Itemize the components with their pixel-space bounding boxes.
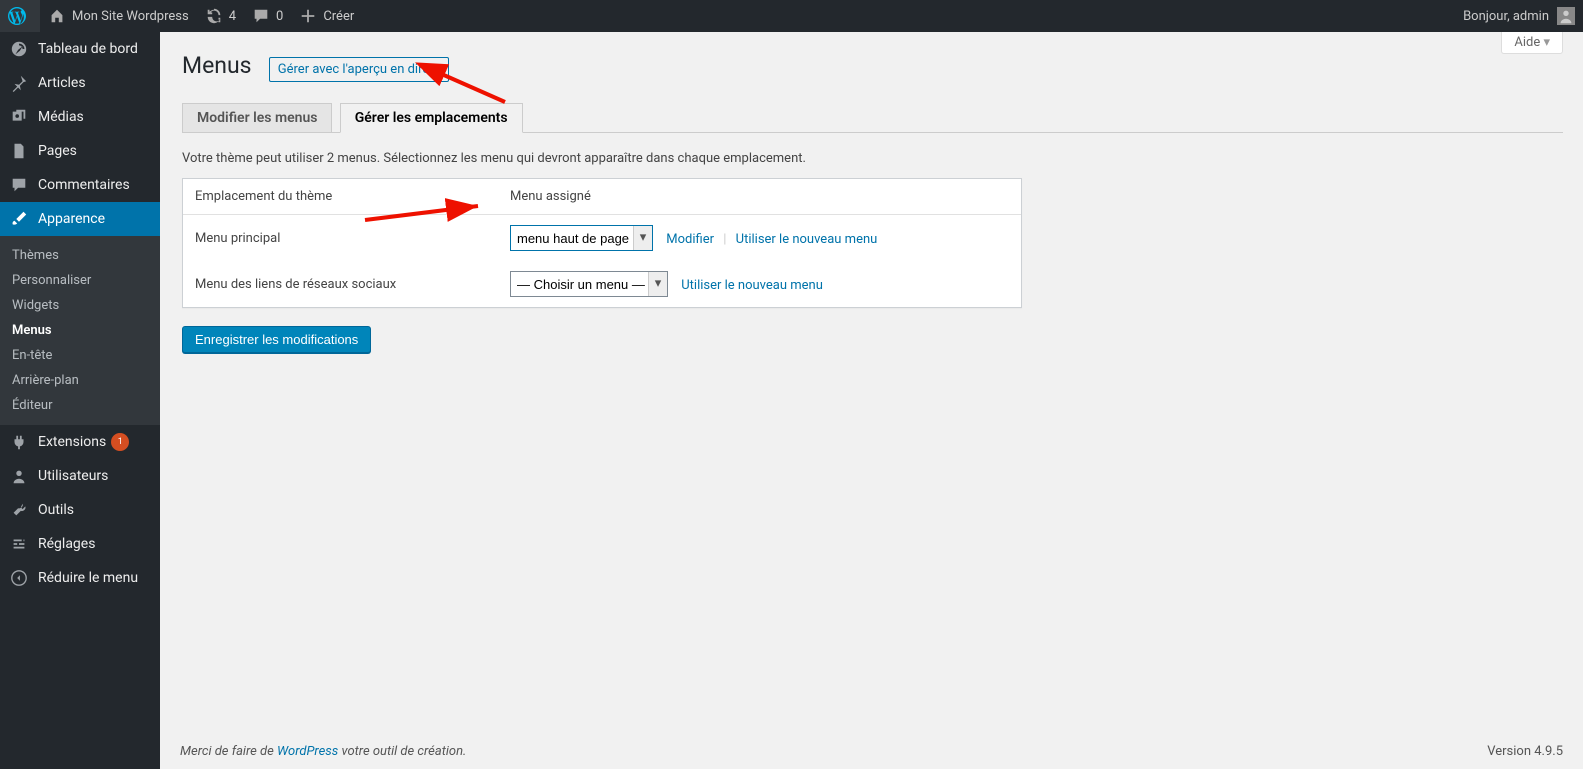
brush-icon xyxy=(10,210,30,228)
sidebar-item-tools[interactable]: Outils xyxy=(0,493,160,527)
sidebar-item-settings[interactable]: Réglages xyxy=(0,527,160,561)
sidebar-item-pages[interactable]: Pages xyxy=(0,134,160,168)
dashboard-icon xyxy=(10,40,30,58)
help-label: Aide xyxy=(1514,35,1540,50)
users-icon xyxy=(10,467,30,485)
new-content-label: Créer xyxy=(323,9,354,24)
sidebar-item-posts[interactable]: Articles xyxy=(0,66,160,100)
settings-icon xyxy=(10,535,30,553)
wordpress-link[interactable]: WordPress xyxy=(277,744,338,759)
sidebar-label: Tableau de bord xyxy=(38,41,138,57)
menu-select-social-wrap: — Choisir un menu — xyxy=(510,271,668,297)
admin-toolbar: Mon Site Wordpress 4 0 Créer Bonjour, ad… xyxy=(0,0,1583,32)
th-location: Emplacement du thème xyxy=(183,179,498,215)
site-name-menu[interactable]: Mon Site Wordpress xyxy=(40,0,197,32)
menu-select-main[interactable]: menu haut de page xyxy=(511,226,652,250)
save-button[interactable]: Enregistrer les modifications xyxy=(182,326,371,353)
sidebar-item-plugins[interactable]: Extensions 1 xyxy=(0,425,160,459)
submenu-widgets[interactable]: Widgets xyxy=(0,293,160,318)
sidebar-item-dashboard[interactable]: Tableau de bord xyxy=(0,32,160,66)
media-icon xyxy=(10,108,30,126)
sidebar-label: Réglages xyxy=(38,536,95,552)
comment-icon xyxy=(10,176,30,194)
avatar-icon xyxy=(1557,7,1575,25)
location-name: Menu des liens de réseaux sociaux xyxy=(183,261,498,307)
comments-menu[interactable]: 0 xyxy=(244,0,291,32)
manage-live-preview-button[interactable]: Gérer avec l'aperçu en direct xyxy=(269,57,450,82)
updates-count: 4 xyxy=(229,9,236,24)
sidebar-label: Extensions xyxy=(38,434,106,450)
tab-manage-locations[interactable]: Gérer les emplacements xyxy=(340,103,523,133)
updates-menu[interactable]: 4 xyxy=(197,0,244,32)
footer-version: Version 4.9.5 xyxy=(1487,744,1563,759)
sidebar-label: Articles xyxy=(38,75,86,91)
help-tab[interactable]: Aide xyxy=(1501,32,1563,54)
appearance-submenu: Thèmes Personnaliser Widgets Menus En-tê… xyxy=(0,236,160,425)
submenu-background[interactable]: Arrière-plan xyxy=(0,368,160,393)
th-assigned: Menu assigné xyxy=(498,179,1021,215)
table-row: Menu des liens de réseaux sociaux — Choi… xyxy=(183,261,1021,307)
sidebar-collapse[interactable]: Réduire le menu xyxy=(0,561,160,595)
submenu-header[interactable]: En-tête xyxy=(0,343,160,368)
edit-menu-link[interactable]: Modifier xyxy=(666,232,714,247)
wordpress-icon xyxy=(8,7,26,25)
plugins-badge: 1 xyxy=(111,433,129,451)
greeting-text: Bonjour, admin xyxy=(1463,9,1549,24)
table-row: Menu principal menu haut de page Modifie… xyxy=(183,215,1021,261)
menu-select-main-wrap: menu haut de page xyxy=(510,225,653,251)
submenu-editor[interactable]: Éditeur xyxy=(0,393,160,418)
sidebar-label: Utilisateurs xyxy=(38,468,108,484)
collapse-icon xyxy=(10,569,30,587)
new-content-menu[interactable]: Créer xyxy=(291,0,362,32)
plugins-icon xyxy=(10,433,30,451)
use-new-menu-link[interactable]: Utiliser le nouveau menu xyxy=(681,278,823,293)
my-account-menu[interactable]: Bonjour, admin xyxy=(1455,0,1583,32)
sidebar-label: Médias xyxy=(38,109,84,125)
intro-text: Votre thème peut utiliser 2 menus. Sélec… xyxy=(182,151,1563,166)
separator: | xyxy=(723,232,726,247)
admin-footer: Merci de faire de WordPress votre outil … xyxy=(180,734,1563,769)
submenu-customize[interactable]: Personnaliser xyxy=(0,268,160,293)
site-name-label: Mon Site Wordpress xyxy=(72,9,189,24)
refresh-icon xyxy=(205,7,223,25)
sidebar-label: Pages xyxy=(38,143,77,159)
tools-icon xyxy=(10,501,30,519)
comment-icon xyxy=(252,7,270,25)
sidebar-item-appearance[interactable]: Apparence xyxy=(0,202,160,236)
content-area: Aide Menus Gérer avec l'aperçu en direct… xyxy=(160,32,1583,769)
sidebar-item-comments[interactable]: Commentaires xyxy=(0,168,160,202)
pages-icon xyxy=(10,142,30,160)
home-icon xyxy=(48,7,66,25)
pin-icon xyxy=(10,74,30,92)
sidebar-item-users[interactable]: Utilisateurs xyxy=(0,459,160,493)
menu-select-social[interactable]: — Choisir un menu — xyxy=(511,272,667,296)
sidebar-item-media[interactable]: Médias xyxy=(0,100,160,134)
locations-table: Emplacement du thème Menu assigné Menu p… xyxy=(182,178,1022,308)
nav-tabs: Modifier les menus Gérer les emplacement… xyxy=(182,94,1563,133)
sidebar-label: Outils xyxy=(38,502,74,518)
plus-icon xyxy=(299,7,317,25)
submenu-themes[interactable]: Thèmes xyxy=(0,243,160,268)
wp-logo-menu[interactable] xyxy=(0,0,40,32)
footer-thanks: Merci de faire de WordPress votre outil … xyxy=(180,744,466,759)
submenu-menus[interactable]: Menus xyxy=(0,318,160,343)
sidebar-label: Réduire le menu xyxy=(38,570,138,586)
sidebar-label: Commentaires xyxy=(38,177,130,193)
admin-sidebar: Tableau de bord Articles Médias Pages Co… xyxy=(0,32,160,769)
sidebar-label: Apparence xyxy=(38,211,105,227)
use-new-menu-link[interactable]: Utiliser le nouveau menu xyxy=(736,232,878,247)
tab-edit-menus[interactable]: Modifier les menus xyxy=(182,103,332,132)
comments-count: 0 xyxy=(276,9,283,24)
location-name: Menu principal xyxy=(183,215,498,261)
page-title: Menus xyxy=(182,52,252,79)
